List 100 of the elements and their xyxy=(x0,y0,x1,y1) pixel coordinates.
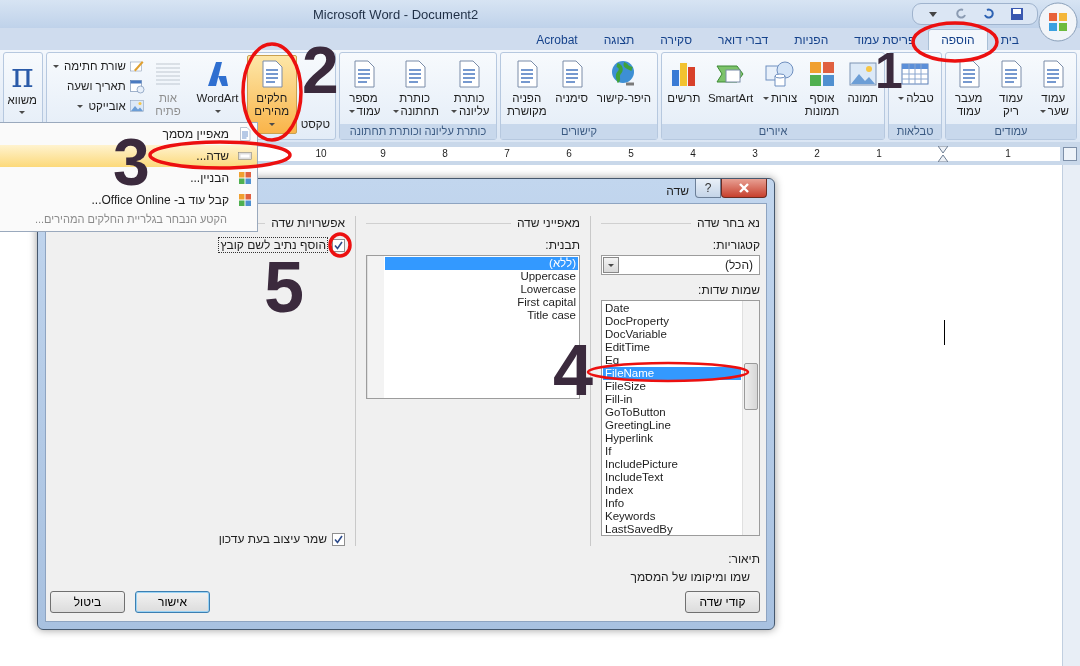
ruler-number: 8 xyxy=(442,148,448,159)
step-number: 2 xyxy=(302,46,339,96)
ribbon-button[interactable]: צורות xyxy=(757,55,801,108)
menu-hint: הקטע הנבחר בגלריית החלקים המהירים... xyxy=(33,212,228,225)
list-item[interactable]: Keywords xyxy=(603,510,741,523)
ribbon-button[interactable]: טקסט xyxy=(297,113,333,134)
ribbon-button[interactable]: היפר-קישור xyxy=(593,55,655,108)
list-item[interactable]: Date xyxy=(603,302,741,315)
ribbon-tab[interactable]: הפניות xyxy=(781,29,842,50)
section-heading: מאפייני שדה xyxy=(516,216,580,230)
group-label: כותרת עליונה וכותרת תחתונה xyxy=(340,124,496,139)
ribbon-tab[interactable]: Acrobat xyxy=(523,29,591,50)
description-text: שמו ומיקומו של המסמך xyxy=(629,570,751,584)
ribbon-button[interactable]: מעבר עמוד xyxy=(949,55,988,121)
indent-marker[interactable] xyxy=(938,145,948,162)
ribbon-button[interactable]: WordArt xyxy=(189,55,246,121)
ruler-number: 2 xyxy=(814,148,820,159)
dialog-button[interactable]: אישור xyxy=(135,591,210,613)
ribbon-button[interactable]: תאריך ושעה xyxy=(49,77,147,95)
group-label: איורים xyxy=(662,124,884,139)
ribbon-button[interactable]: אובייקט xyxy=(49,97,147,115)
scrollbar[interactable] xyxy=(742,301,759,535)
ruler-number: 6 xyxy=(566,148,572,159)
list-item[interactable]: LastSavedBy xyxy=(603,523,741,536)
list-item[interactable]: Hyperlink xyxy=(603,432,741,445)
step-number: 5 xyxy=(264,260,305,314)
list-item[interactable]: IncludeText xyxy=(603,471,741,484)
list-item[interactable]: Eq xyxy=(603,354,741,367)
ribbon-button[interactable]: מספר עמוד xyxy=(343,55,384,121)
checkbox[interactable] xyxy=(332,532,345,546)
ruler-toggle[interactable] xyxy=(1063,146,1077,161)
list-item[interactable]: Info xyxy=(603,497,741,510)
ruler-number: 10 xyxy=(315,148,327,159)
ruler-number: 1 xyxy=(876,148,882,159)
window-title: Microsoft Word - Document2 xyxy=(313,6,479,22)
signature-icon xyxy=(128,58,145,74)
ribbon-tab[interactable]: דברי דואר xyxy=(705,29,782,50)
category-dropdown[interactable]: (הכל) xyxy=(601,255,760,275)
ribbon-button[interactable]: אוסף תמונות xyxy=(801,55,843,121)
redo-icon[interactable] xyxy=(954,7,968,21)
ribbon-tab[interactable]: תצוגה xyxy=(590,29,648,50)
help-button[interactable]: ? xyxy=(695,179,721,198)
list-item[interactable]: Index xyxy=(603,484,741,497)
list-item[interactable]: Lowercase xyxy=(385,283,578,296)
list-item[interactable]: GoToButton xyxy=(603,406,741,419)
group-label: טבלאות xyxy=(889,124,941,139)
checkbox-label[interactable]: הוסף נתיב לשם קובץ xyxy=(219,238,327,252)
close-icon xyxy=(738,183,750,193)
dialog-button[interactable]: ביטול xyxy=(50,591,125,613)
list-item[interactable]: Title case xyxy=(385,309,578,322)
tiles-icon xyxy=(237,170,253,186)
list-item[interactable]: DocProperty xyxy=(603,315,741,328)
ribbon-button[interactable]: כותרת תחתונה xyxy=(387,55,442,121)
ribbon-button[interactable]: סימניה xyxy=(552,55,592,108)
ribbon-button[interactable]: הפניה מקושרת xyxy=(503,55,550,121)
dialog-title: שדה xyxy=(666,184,689,198)
group-label: עמודים xyxy=(946,124,1076,139)
ribbon-button[interactable]: SmartArt xyxy=(704,55,757,108)
dialog-button[interactable]: קודי שדה xyxy=(685,591,760,613)
ribbon-tab[interactable]: הוספה xyxy=(928,29,988,50)
scrollbar[interactable] xyxy=(367,256,384,398)
list-item[interactable]: EditTime xyxy=(603,341,741,354)
list-item[interactable]: DocVariable xyxy=(603,328,741,341)
tiles-icon xyxy=(237,192,253,208)
step-number: 1 xyxy=(875,53,903,91)
ribbon-button[interactable]: עמוד ריק xyxy=(992,55,1030,121)
list-item[interactable]: FileSize xyxy=(603,380,741,393)
undo-icon[interactable] xyxy=(982,7,996,21)
calendar-icon xyxy=(128,78,145,94)
ruler-number: 1 xyxy=(1005,148,1011,159)
ribbon-tab[interactable]: בית xyxy=(987,29,1032,50)
ruler-number: 4 xyxy=(690,148,696,159)
list-item[interactable]: If xyxy=(603,445,741,458)
ruler-number: 9 xyxy=(380,148,386,159)
ribbon-button[interactable]: תרשים xyxy=(664,55,704,108)
document-icon xyxy=(237,126,253,142)
section-heading: אפשרויות שדה xyxy=(271,216,345,230)
checkbox-label[interactable]: שמר עיצוב בעת עדכון xyxy=(218,532,327,546)
ribbon-button[interactable]: עמוד שער xyxy=(1034,55,1073,121)
ribbon-button[interactable]: חלקים מהירים xyxy=(246,55,297,134)
shapes-icon xyxy=(763,58,796,90)
picture-icon xyxy=(128,98,145,114)
save-icon[interactable] xyxy=(1010,7,1024,21)
checkbox[interactable] xyxy=(332,238,345,252)
list-item[interactable]: IncludePicture xyxy=(603,458,741,471)
scrollbar[interactable] xyxy=(1062,165,1080,666)
list-item[interactable]: First capital xyxy=(385,296,578,309)
close-button[interactable] xyxy=(721,179,767,198)
menu-item[interactable]: קבל עוד ב- Office Online... xyxy=(0,189,257,211)
list-item[interactable]: GreetingLine xyxy=(603,419,741,432)
ribbon-button[interactable]: שורת חתימה xyxy=(49,57,147,75)
ribbon-button[interactable]: כותרת עליונה xyxy=(445,55,493,121)
annotation-ellipse xyxy=(328,232,352,258)
ribbon-tab[interactable]: סקירה xyxy=(647,29,706,50)
ruler-number: 5 xyxy=(628,148,634,159)
list-item[interactable]: Fill-in xyxy=(603,393,741,406)
list-item[interactable]: Uppercase xyxy=(385,270,578,283)
section-heading: נא בחר שדה xyxy=(696,216,760,230)
field-label: תבנית: xyxy=(544,238,580,252)
text-cursor xyxy=(944,320,945,345)
